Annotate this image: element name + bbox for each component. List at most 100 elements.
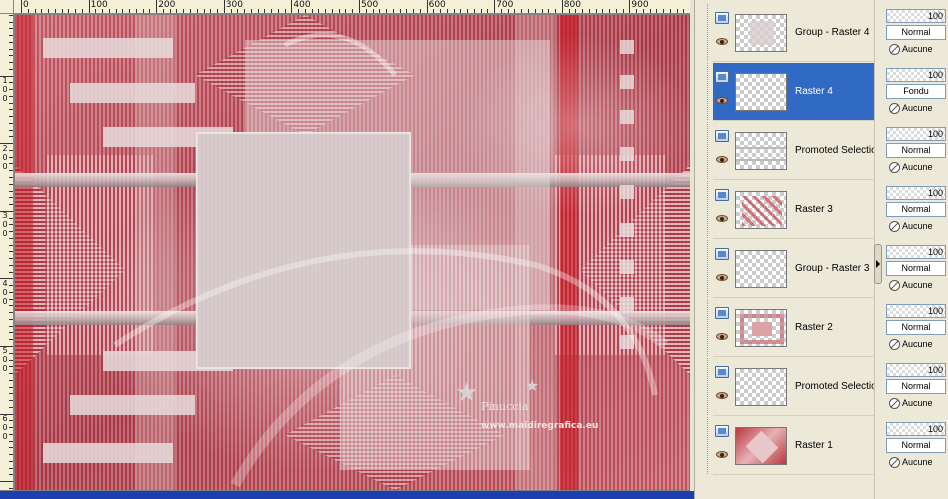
ruler-tick: [9, 237, 13, 239]
layer-row[interactable]: Raster 2: [707, 299, 875, 357]
ruler-tick: [9, 183, 13, 185]
eye-icon[interactable]: [716, 451, 728, 458]
eye-icon[interactable]: [716, 215, 728, 222]
layer-row[interactable]: Raster 4: [707, 63, 875, 121]
layer-group-select[interactable]: Aucune: [886, 160, 946, 175]
link-icon: [889, 221, 900, 232]
image-canvas[interactable]: ★ ★ Pinuccia www.maidiregrafica.eu: [15, 15, 690, 490]
ruler-tick: [129, 9, 131, 13]
ruler-tick: [9, 427, 13, 429]
blend-mode-select[interactable]: Normal: [886, 25, 946, 40]
horizontal-scrollbar[interactable]: [0, 491, 694, 499]
layer-group-select[interactable]: Aucune: [886, 396, 946, 411]
layer-group-select[interactable]: Aucune: [886, 337, 946, 352]
eye-icon[interactable]: [716, 274, 728, 281]
layer-row[interactable]: Raster 1: [707, 417, 875, 475]
ruler-tick: [473, 9, 475, 13]
ruler-left-label-char: 0: [2, 287, 8, 297]
raster-layer-icon: [715, 307, 729, 319]
layer-thumbnail: [735, 250, 787, 288]
ruler-tick: [142, 9, 144, 13]
ruler-tick: [9, 62, 13, 64]
ruler-tick: [9, 393, 13, 395]
ruler-tick: [223, 0, 225, 13]
ruler-tick: [683, 9, 685, 13]
blend-mode-select[interactable]: Normal: [886, 438, 946, 453]
ruler-tick: [311, 9, 313, 13]
ruler-tick: [9, 177, 13, 178]
ruler-tick: [9, 420, 13, 422]
layer-thumbnail: [735, 73, 787, 111]
ruler-top-label: 600: [428, 0, 446, 10]
eye-icon[interactable]: [716, 392, 728, 399]
layer-group-label: Aucune: [902, 398, 933, 408]
ruler-tick: [115, 9, 117, 13]
layer-row[interactable]: Group - Raster 3: [707, 240, 875, 298]
blend-mode-select[interactable]: Normal: [886, 143, 946, 158]
opacity-field[interactable]: 100: [886, 245, 946, 259]
blend-mode-select[interactable]: Fondu: [886, 84, 946, 99]
blend-mode-select[interactable]: Normal: [886, 261, 946, 276]
layer-properties: 100 Normal Aucune: [884, 295, 948, 353]
opacity-field[interactable]: 100: [886, 304, 946, 318]
ruler-tick: [9, 21, 13, 23]
blend-mode-select[interactable]: Normal: [886, 202, 946, 217]
layer-row[interactable]: Promoted Selection: [707, 358, 882, 416]
blend-mode-select[interactable]: Normal: [886, 320, 946, 335]
ruler-tick: [203, 9, 205, 13]
ruler-tick: [9, 204, 13, 206]
ruler-tick: [9, 332, 13, 334]
ruler-tick: [9, 14, 13, 16]
ruler-top-label: 800: [563, 0, 581, 10]
opacity-field[interactable]: 100: [886, 186, 946, 200]
ruler-tick: [9, 325, 13, 327]
layer-group-select[interactable]: Aucune: [886, 455, 946, 470]
layer-name: Promoted Selection: [795, 381, 883, 392]
blend-mode-select[interactable]: Normal: [886, 379, 946, 394]
eye-icon[interactable]: [716, 333, 728, 340]
ruler-tick: [622, 9, 624, 13]
layer-group-select[interactable]: Aucune: [886, 101, 946, 116]
ruler-tick: [21, 0, 22, 13]
ruler-tick: [9, 379, 13, 381]
ruler-left-label-char: 3: [2, 211, 8, 221]
opacity-field[interactable]: 100: [886, 9, 946, 23]
tree-line: [707, 63, 708, 120]
ruler-top: 0 100 200 300 400 500 600 700 800 900: [14, 0, 690, 14]
ruler-tick: [426, 0, 428, 13]
opacity-field[interactable]: 100: [886, 363, 946, 377]
ruler-tick: [548, 9, 550, 13]
layer-group-select[interactable]: Aucune: [886, 42, 946, 57]
eye-icon[interactable]: [716, 38, 728, 45]
opacity-field[interactable]: 100: [886, 422, 946, 436]
ruler-tick: [399, 9, 401, 13]
opacity-field[interactable]: 100: [886, 68, 946, 82]
layer-row[interactable]: Raster 3: [707, 181, 875, 239]
watermark: ★ ★ Pinuccia www.maidiregrafica.eu: [455, 376, 625, 438]
layer-group-label: Aucune: [902, 162, 933, 172]
eye-icon[interactable]: [716, 156, 728, 163]
layer-properties: 100 Fondu Aucune: [884, 59, 948, 117]
raster-layer-icon: [715, 71, 729, 83]
layer-row[interactable]: Group - Raster 4: [707, 4, 875, 62]
layer-group-select[interactable]: Aucune: [886, 219, 946, 234]
ruler-tick: [9, 359, 13, 361]
layer-thumbnail: [735, 427, 787, 465]
eye-icon[interactable]: [716, 97, 728, 104]
ruler-left-label-char: 0: [2, 229, 8, 239]
ruler-tick: [9, 271, 13, 273]
layer-group-select[interactable]: Aucune: [886, 278, 946, 293]
ruler-left: 100200300400500600: [0, 14, 14, 490]
chevron-right-icon[interactable]: [874, 244, 882, 284]
opacity-field[interactable]: 100: [886, 127, 946, 141]
ruler-tick: [9, 460, 13, 462]
layer-name: Raster 4: [795, 86, 833, 97]
ruler-tick: [264, 9, 266, 13]
ruler-tick: [9, 149, 13, 151]
link-icon: [889, 398, 900, 409]
layer-thumbnail: [735, 14, 787, 52]
ruler-tick: [48, 9, 50, 13]
layer-row[interactable]: Promoted Selection: [707, 122, 882, 180]
layer-name: Promoted Selection: [795, 145, 883, 156]
ruler-tick: [61, 9, 63, 13]
